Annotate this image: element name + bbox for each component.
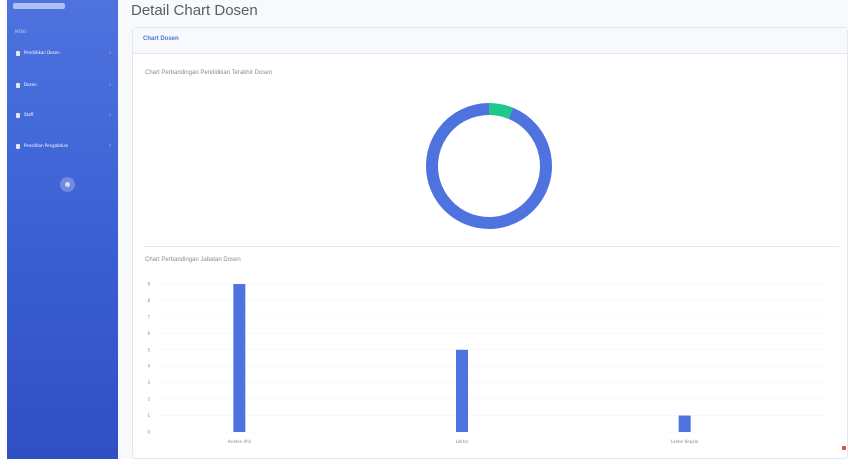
y-tick-label: 6 [147,331,150,336]
x-tick-label: Lektor [456,439,469,444]
donut-slice-0 [426,103,552,229]
charts-svg: 0 1 2 3 4 5 6 7 8 9 Asisten Ahli Lektor Lektor Kepal… [147,103,826,444]
bar-2 [678,415,691,432]
bar-1 [456,349,468,432]
donut-slice-1 [488,103,514,119]
bar-0 [233,284,246,432]
y-tick-label: 9 [147,282,150,287]
y-tick-label: 5 [147,347,150,352]
x-tick-label: Lektor Kepala [671,439,699,444]
y-tick-label: 0 [147,430,150,435]
y-tick-label: 2 [147,397,150,402]
y-tick-label: 4 [147,364,150,369]
x-tick-label: Asisten Ahli [228,439,251,444]
y-tick-label: 8 [147,298,150,303]
y-tick-label: 7 [147,314,150,319]
y-tick-label: 3 [147,380,150,385]
corner-indicator [842,446,846,450]
y-tick-label: 1 [147,413,150,418]
